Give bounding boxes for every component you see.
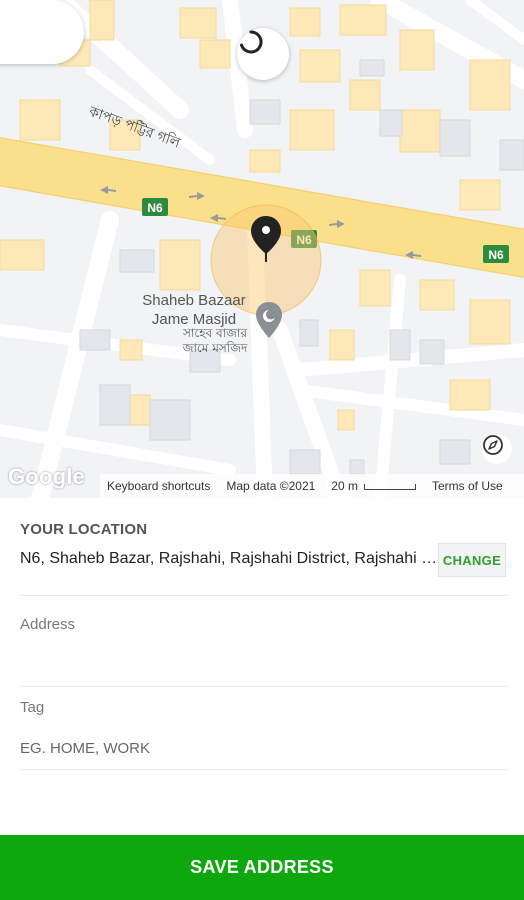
- back-button[interactable]: [0, 0, 84, 64]
- tag-input[interactable]: [20, 735, 508, 761]
- terms-link[interactable]: Terms of Use: [432, 479, 503, 493]
- divider: [20, 595, 508, 596]
- location-heading: YOUR LOCATION: [20, 521, 148, 538]
- svg-text:N6: N6: [147, 201, 163, 215]
- map-data-text: Map data ©2021: [226, 479, 316, 493]
- map-view[interactable]: N6 N6 N6 কাপড় পট্টির গলি Shaheb Bazaar …: [0, 0, 524, 498]
- poi-name-bn-1: সাহেব বাজার: [182, 326, 247, 340]
- address-input[interactable]: [20, 645, 508, 675]
- scale-label: 20 m: [331, 479, 358, 493]
- compass-icon: [483, 435, 503, 455]
- divider: [20, 686, 508, 687]
- change-location-button[interactable]: CHANGE: [438, 543, 506, 577]
- address-label: Address: [20, 616, 76, 633]
- poi-name-en-1: Shaheb Bazaar: [142, 292, 245, 309]
- keyboard-shortcuts-link[interactable]: Keyboard shortcuts: [107, 479, 210, 493]
- location-value: N6, Shaheb Bazar, Rajshahi, Rajshahi Dis…: [20, 550, 438, 567]
- svg-text:N6: N6: [488, 248, 504, 262]
- loading-indicator: [237, 28, 289, 80]
- divider: [20, 769, 508, 770]
- scale-indicator: 20 m: [331, 479, 416, 493]
- poi-name-bn-2: জামে মসজিদ: [182, 341, 248, 355]
- spinner-icon: [240, 30, 263, 54]
- map-attribution: Keyboard shortcuts Map data ©2021 20 m T…: [100, 474, 524, 498]
- google-logo: Google: [8, 464, 85, 489]
- save-address-button[interactable]: SAVE ADDRESS: [0, 835, 524, 900]
- road-badge-n6: N6: [142, 198, 168, 216]
- scale-bar: [363, 484, 416, 490]
- tag-label: Tag: [20, 699, 45, 716]
- compass-button[interactable]: [482, 434, 512, 464]
- road-badge-n6: N6: [483, 245, 509, 263]
